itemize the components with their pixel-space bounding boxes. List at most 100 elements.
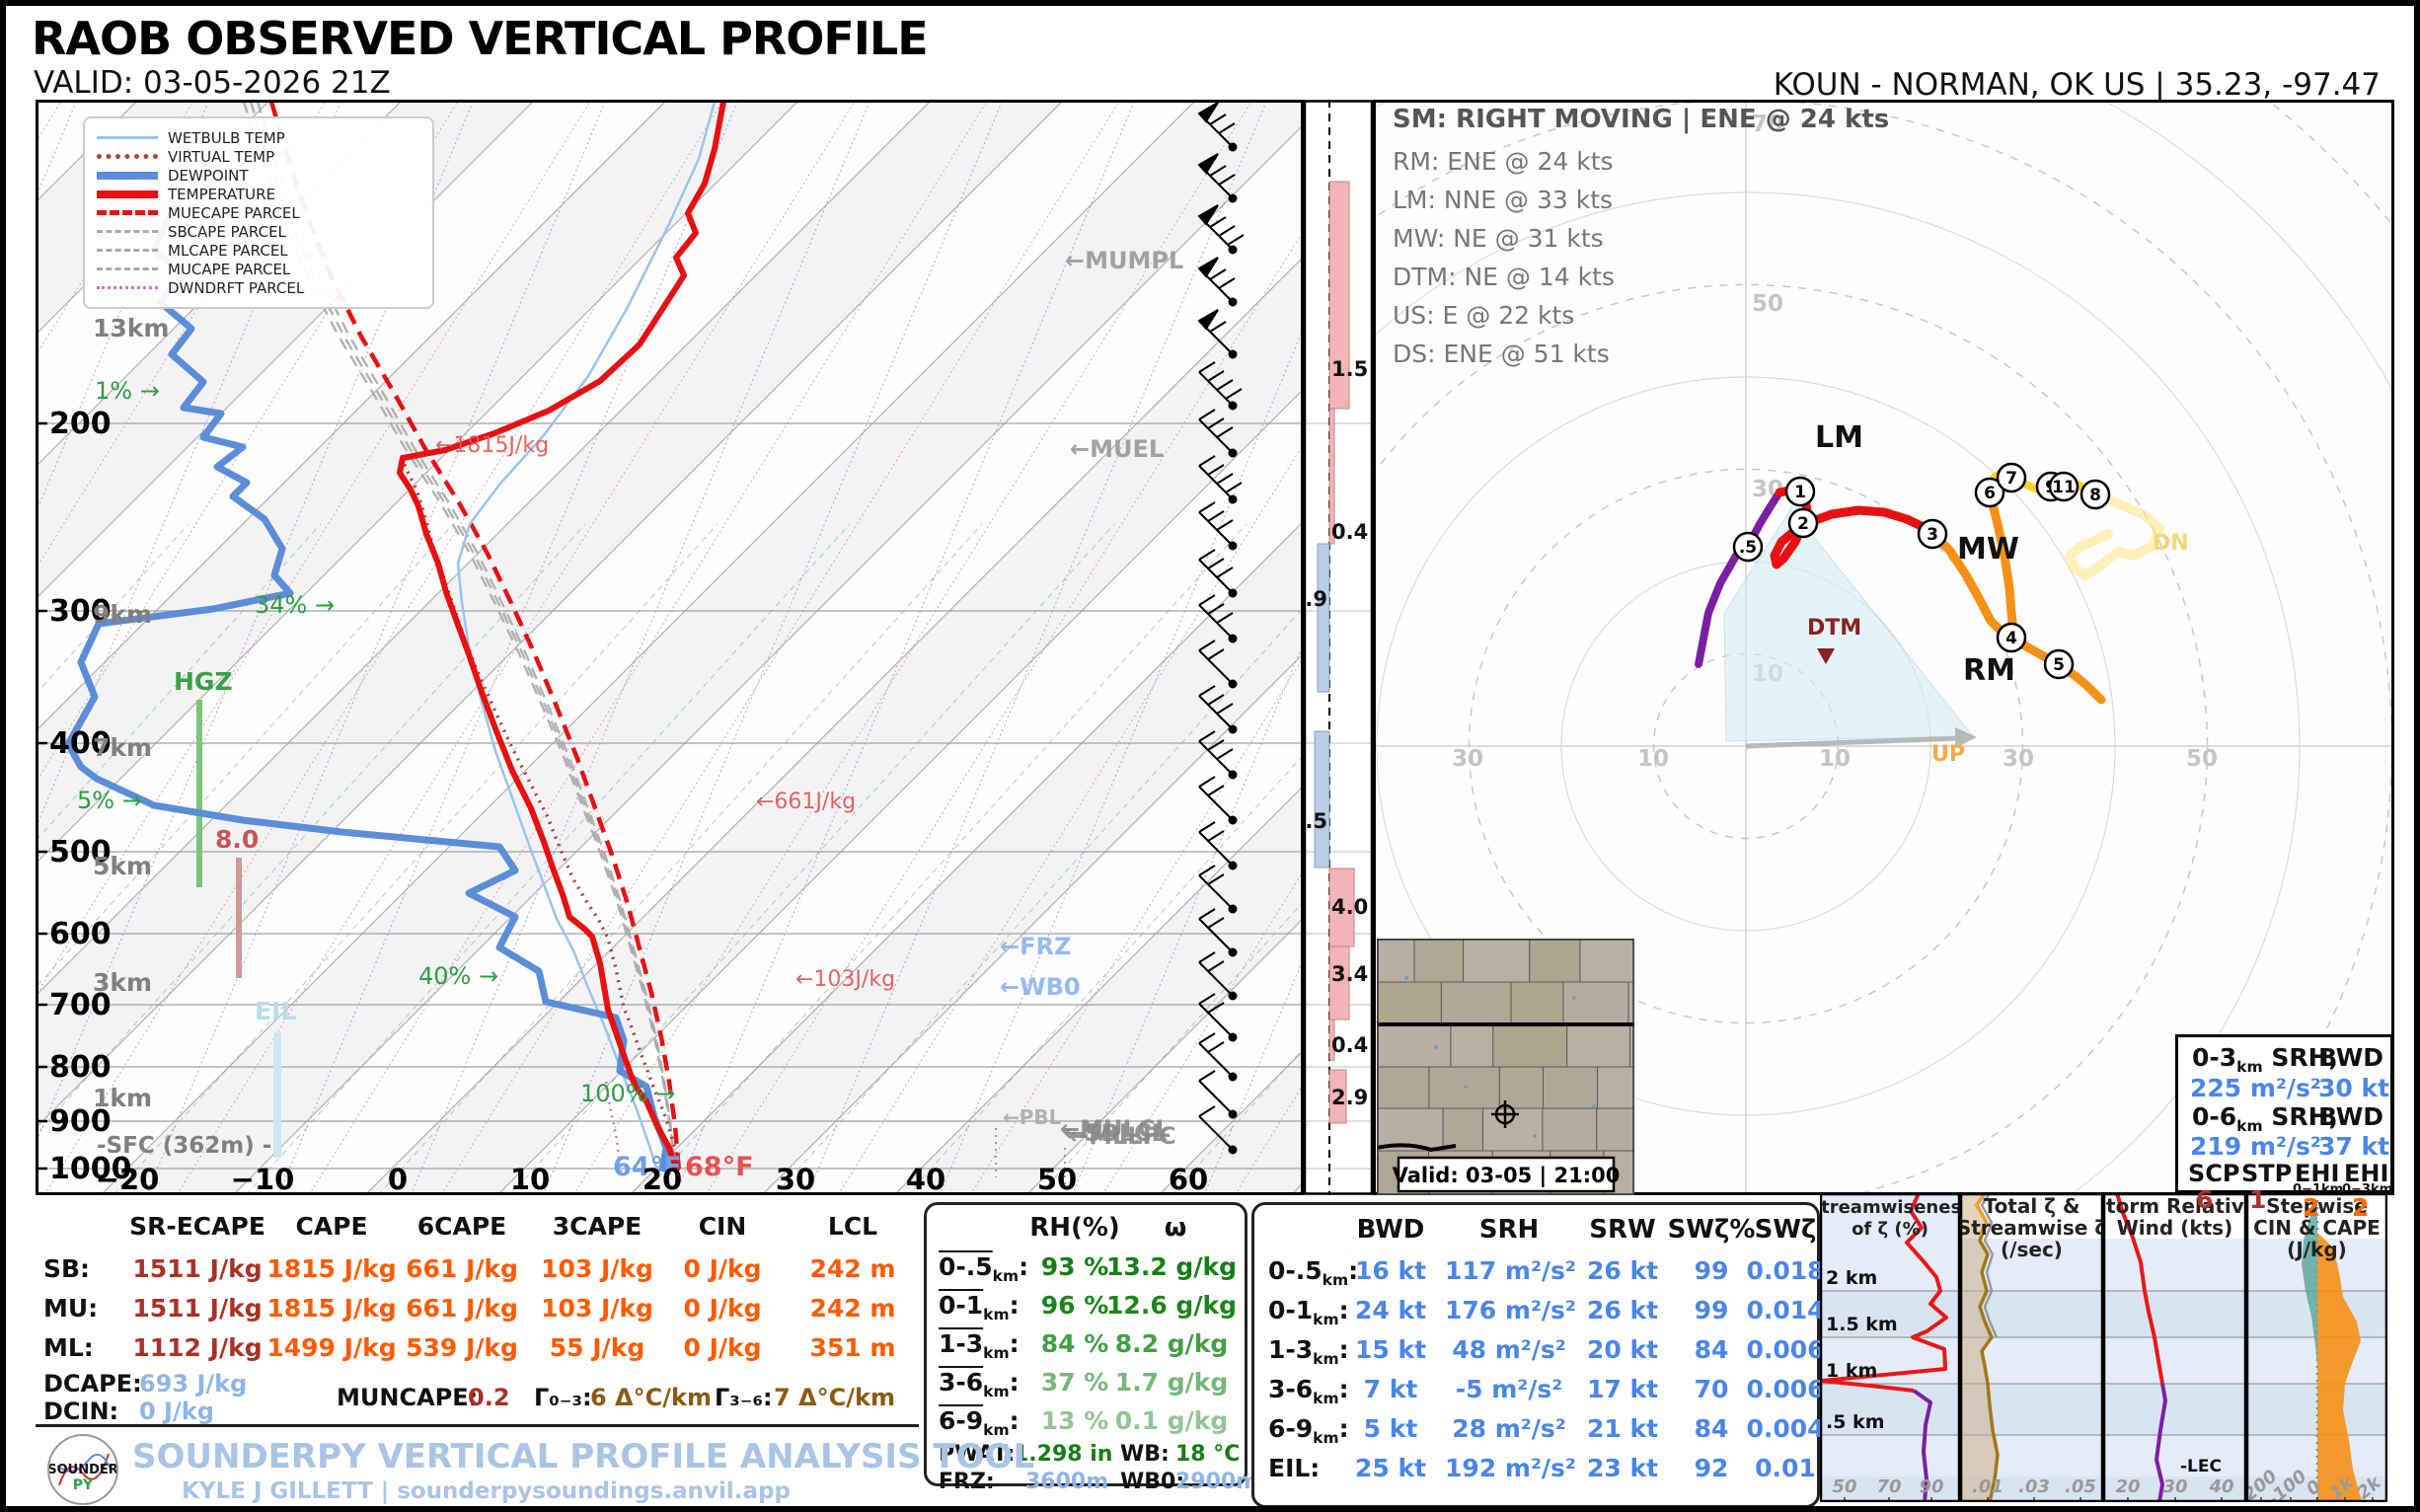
thermo-header: LCL [827, 1212, 878, 1241]
legend-line-sample [97, 249, 158, 252]
mini-panel: .01 .03 .05 Total ζ &Streamwise ζ(/sec) [1960, 1193, 2103, 1502]
svg-text:5km: 5km [93, 852, 152, 880]
svg-text:7km: 7km [93, 733, 152, 762]
svg-text:.5: .5 [1739, 538, 1757, 558]
kinematics-value: 192 m²/s² [1445, 1454, 1576, 1482]
legend-line-sample [97, 154, 158, 159]
legend-line-sample [97, 189, 158, 198]
thermo-value: 242 m [809, 1254, 896, 1283]
legend-item: VIRTUAL TEMP [97, 147, 420, 166]
svg-text:13km: 13km [93, 314, 169, 342]
thermo-header: 6CAPE [416, 1212, 507, 1241]
svg-text:4.0: 4.0 [1331, 895, 1368, 919]
svg-text:.01: .01 [1972, 1476, 2004, 1497]
svg-text:10: 10 [1637, 746, 1669, 772]
svg-text:DN: DN [2153, 531, 2189, 556]
legend-line-sample [97, 286, 158, 289]
svg-text:1km: 1km [93, 1084, 152, 1112]
mini-panel: 20 30 40-LEC Storm RelativeWind (kts) [2103, 1193, 2246, 1502]
dcin-label: DCIN: [43, 1398, 119, 1425]
index-header: SCP [2188, 1160, 2240, 1187]
svg-text:-2.5: -2.5 [1304, 809, 1327, 833]
svg-text:DS: ENE @ 51 kts: DS: ENE @ 51 kts [1393, 340, 1610, 368]
svg-text:−20: −20 [96, 1163, 160, 1195]
svg-text:of ζ (%): of ζ (%) [1852, 1219, 1928, 1240]
thermo-value: 103 J/kg [541, 1254, 653, 1283]
kinematics-row-label: EIL: [1268, 1454, 1321, 1482]
legend-label: WETBULB TEMP [168, 128, 285, 147]
svg-text:UP: UP [1931, 742, 1965, 767]
svg-text:-SFC (362m) -: -SFC (362m) - [97, 1133, 271, 1159]
thermo-header: CIN [698, 1212, 747, 1241]
thermo-value: 55 J/kg [549, 1333, 645, 1362]
lapse-rate-0-3-label: Γ₀₋₃: [534, 1384, 592, 1411]
lapse-rate-3-6-label: Γ₃₋₆: [715, 1384, 773, 1411]
svg-text:HGZ: HGZ [174, 667, 233, 696]
svg-text:RM: ENE @ 24 kts: RM: ENE @ 24 kts [1393, 147, 1614, 176]
svg-text:4: 4 [2005, 629, 2017, 648]
mixing-ratio-value: 13.2 g/kg [1106, 1252, 1237, 1281]
svg-text:10: 10 [510, 1163, 550, 1195]
thermo-value: 1499 J/kg [266, 1333, 397, 1362]
svg-text:70: 70 [1876, 1476, 1901, 1497]
legend-item: MLCAPE PARCEL [97, 241, 420, 260]
legend-line-sample [97, 171, 158, 180]
svg-text:3: 3 [1927, 525, 1938, 545]
svg-text:←103J/kg: ←103J/kg [795, 967, 895, 992]
legend-label: DEWPOINT [168, 166, 249, 185]
svg-text:11: 11 [2052, 478, 2076, 497]
svg-text:5: 5 [2053, 655, 2065, 675]
legend-label: TEMPERATURE [168, 185, 276, 203]
legend-line-sample [97, 230, 158, 233]
thermo-header: SR-ECAPE [129, 1212, 265, 1241]
svg-text:1.5: 1.5 [1331, 357, 1368, 381]
svg-text:34% →: 34% → [255, 591, 335, 619]
mixing-ratio-value: 0.1 g/kg [1114, 1406, 1229, 1435]
svg-text:3.4: 3.4 [1331, 962, 1368, 986]
svg-text:10: 10 [1819, 746, 1851, 772]
svg-text:0.4: 0.4 [1331, 520, 1368, 544]
svg-text:Storm Relative: Storm Relative [2103, 1194, 2246, 1218]
thermo-row-label: ML: [43, 1333, 94, 1362]
svg-text:200: 200 [49, 407, 112, 441]
svg-text:3km: 3km [93, 968, 152, 997]
footer-divider [36, 1424, 919, 1427]
svg-text:20: 20 [2115, 1476, 2140, 1497]
logo-art: SOUNDER PY [49, 1453, 116, 1493]
kinematics-value: 5 kt [1363, 1414, 1418, 1443]
svg-text:40% →: 40% → [418, 962, 498, 990]
svg-text:100% →: 100% → [580, 1080, 675, 1107]
muncape-value: 0.2 [468, 1384, 510, 1411]
svg-text:Total ζ &: Total ζ & [1984, 1194, 2080, 1218]
wb0-value: 2900m [1175, 1470, 1259, 1494]
thermo-value: 1112 J/kg [132, 1333, 263, 1362]
legend-label: SBCAPE PARCEL [168, 222, 286, 241]
kinematics-table: BWD SRH SRW SWζ% SWζ 0-.5km: 16 kt 117 m²/s² 26 … [1251, 1202, 1825, 1506]
legend-label: DWNDRFT PARCEL [168, 278, 305, 297]
frz-value: 3600m [1025, 1470, 1109, 1494]
kinematics-value: -5 m²/s² [1455, 1375, 1563, 1403]
svg-text:1.5 km: 1.5 km [1826, 1314, 1898, 1335]
svg-text:50: 50 [1752, 291, 1783, 317]
svg-text:600: 600 [49, 917, 112, 951]
thermo-value: 0 J/kg [683, 1294, 762, 1323]
brand-title: SOUNDERPY VERTICAL PROFILE ANALYSIS TOOL [132, 1437, 1035, 1476]
kinematics-value: 25 kt [1354, 1454, 1427, 1482]
svg-text:8: 8 [2089, 486, 2101, 505]
thermo-value: 0 J/kg [683, 1333, 762, 1362]
thermo-value: 351 m [809, 1333, 896, 1362]
rh-row-label: 1-3km: [939, 1329, 1020, 1362]
rh-row-label: 3-6km: [939, 1368, 1020, 1400]
legend-item: MUECAPE PARCEL [97, 203, 420, 222]
sounderpy-analysis-page: RAOB OBSERVED VERTICAL PROFILE VALID: 03… [0, 0, 2420, 1512]
svg-text:2: 2 [1797, 514, 1809, 534]
svg-text:←661J/kg: ←661J/kg [756, 790, 856, 814]
kinematics-value: 117 m²/s² [1445, 1256, 1576, 1285]
valid-timestamp: VALID: 03-05-2026 21Z [34, 65, 391, 101]
svg-text:0.4: 0.4 [1331, 1033, 1368, 1057]
svg-text:MW: MW [1957, 532, 2019, 567]
svg-text:.5 km: .5 km [1826, 1411, 1885, 1433]
thermo-value: 1815 J/kg [266, 1294, 397, 1323]
svg-text:LM: LM [1815, 420, 1863, 455]
legend-item: TEMPERATURE [97, 185, 420, 203]
